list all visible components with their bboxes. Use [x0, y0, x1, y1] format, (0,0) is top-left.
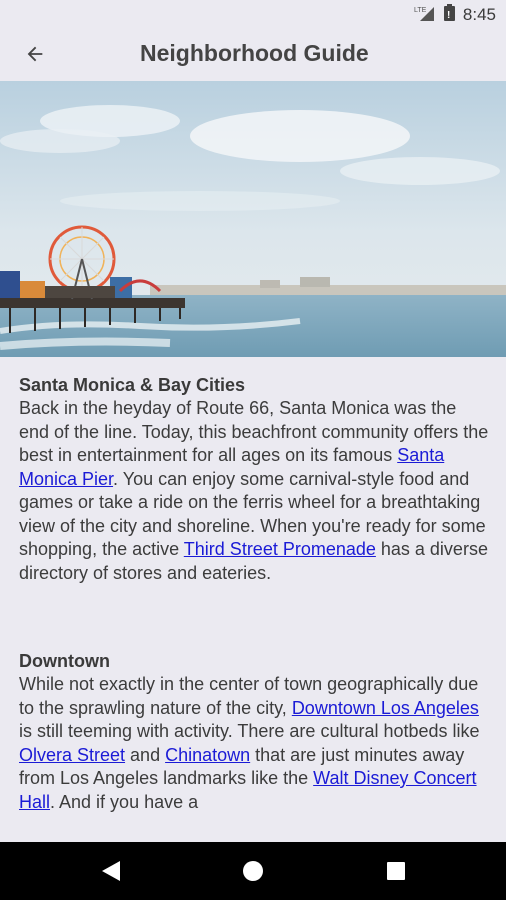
recents-square-icon [386, 862, 406, 885]
section-body: Back in the heyday of Route 66, Santa Mo… [19, 397, 489, 585]
downtown-los-angeles-link[interactable]: Downtown Los Angeles [292, 698, 479, 718]
body-text: and [125, 744, 166, 765]
chinatown-link[interactable]: Chinatown [165, 745, 250, 765]
nav-back-button[interactable] [100, 860, 122, 887]
lte-signal-icon: LTE [414, 5, 436, 26]
hero-image [0, 81, 506, 357]
status-bar: LTE ! 8:45 [0, 0, 506, 30]
home-circle-icon [242, 861, 264, 886]
status-time: 8:45 [462, 5, 496, 24]
beach-pier-photo [0, 81, 506, 357]
system-nav-bar [0, 842, 506, 900]
svg-text:LTE: LTE [414, 7, 427, 14]
svg-text:!: ! [447, 10, 450, 21]
back-triangle-icon [100, 861, 122, 886]
back-button[interactable] [20, 41, 50, 71]
page-title: Neighborhood Guide [140, 40, 369, 66]
body-text: is still teeming with activity. There ar… [19, 721, 480, 741]
section-downtown: Downtown While not exactly in the center… [19, 649, 489, 814]
section-body: While not exactly in the center of town … [19, 673, 489, 814]
section-santa-monica: Santa Monica & Bay Cities Back in the he… [19, 373, 489, 585]
body-text: . And if you have a [50, 791, 199, 812]
nav-home-button[interactable] [242, 860, 264, 887]
arrow-back-icon [24, 43, 46, 70]
status-icons: LTE ! 8:45 [414, 4, 496, 26]
battery-icon: ! [443, 4, 455, 26]
guide-content: Santa Monica & Bay Cities Back in the he… [19, 373, 489, 842]
section-title: Santa Monica & Bay Cities [19, 375, 246, 395]
olvera-street-link[interactable]: Olvera Street [19, 745, 125, 765]
nav-recents-button[interactable] [386, 861, 406, 886]
section-title: Downtown [19, 651, 110, 671]
third-street-promenade-link[interactable]: Third Street Promenade [184, 539, 376, 559]
app-bar: Neighborhood Guide [0, 30, 506, 81]
